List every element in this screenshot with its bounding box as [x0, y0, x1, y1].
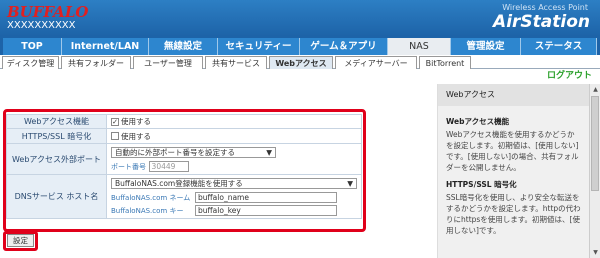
buffalo-name-label: BuffaloNAS.com ネーム — [111, 193, 191, 202]
port-number-input[interactable]: 30449 — [148, 160, 189, 172]
https-checkbox[interactable] — [111, 132, 119, 140]
ext-port-label: Webアクセス外部ポート — [6, 143, 107, 175]
subtab-shared-folder[interactable]: 共有フォルダー — [61, 56, 131, 69]
scroll-up-icon[interactable]: ▲ — [591, 85, 600, 94]
chevron-down-icon: ▼ — [266, 147, 272, 157]
https-label: HTTPS/SSL 暗号化 — [6, 128, 107, 144]
subtab-media-server[interactable]: メディアサーバー — [335, 56, 417, 69]
main-nav: TOP Internet/LAN 無線設定 セキュリティー ゲーム＆アプリ NA… — [0, 36, 600, 55]
chevron-down-icon: ▼ — [347, 178, 353, 188]
dns-select[interactable]: BuffaloNAS.com登録機能を使用する ▼ — [111, 177, 357, 189]
help-title: Webアクセス — [438, 84, 589, 106]
port-number-label: ポート番号 — [111, 162, 146, 171]
tab-top[interactable]: TOP — [3, 38, 62, 55]
web-access-option: 使用する — [121, 117, 151, 126]
buffalo-key-input[interactable]: buffalo_key — [195, 204, 337, 216]
help-section-title: Webアクセス機能 — [446, 117, 510, 126]
brand-logo: BUFFALO — [7, 3, 89, 21]
help-section-text: Webアクセス機能を使用するかどうかを設定します。初期値は、[使用しない]です。… — [446, 130, 579, 172]
help-section-text: SSL暗号化を使用し、より安全な転送をするかどうかを設定します。httpの代わり… — [446, 193, 581, 235]
https-option: 使用する — [121, 131, 151, 141]
web-access-checkbox[interactable]: ✓ — [111, 117, 119, 126]
tab-nas[interactable]: NAS — [388, 38, 451, 55]
header: BUFFALO XXXXXXXXXX Wireless Access Point… — [0, 0, 600, 36]
help-panel: Webアクセス Webアクセス機能 Webアクセス機能を使用するかどうかを設定し… — [437, 84, 589, 258]
help-section-title: HTTPS/SSL 暗号化 — [446, 180, 517, 189]
tab-status[interactable]: ステータス — [521, 38, 597, 55]
buffalo-key-label: BuffaloNAS.com キー — [111, 206, 184, 215]
tab-admin[interactable]: 管理設定 — [451, 38, 521, 55]
sub-nav: ディスク管理 共有フォルダー ユーザー管理 共有サービス Webアクセス メディ… — [0, 55, 600, 69]
settings-table: Webアクセス機能 ✓ 使用する HTTPS/SSL 暗号化 使用する Webアク… — [6, 114, 362, 219]
help-scrollbar[interactable]: ▲ ▼ — [589, 84, 600, 258]
product-title: AirStation — [493, 12, 590, 32]
model-name: XXXXXXXXXX — [7, 20, 76, 31]
subtab-shared-service[interactable]: 共有サービス — [205, 56, 267, 69]
web-access-label: Webアクセス機能 — [6, 114, 107, 129]
logout-link[interactable]: ログアウト — [547, 68, 592, 81]
tab-internet-lan[interactable]: Internet/LAN — [62, 38, 149, 55]
dns-select-value: BuffaloNAS.com登録機能を使用する — [115, 178, 243, 188]
scroll-down-icon[interactable]: ▼ — [591, 248, 600, 257]
subtab-web-access[interactable]: Webアクセス — [269, 56, 333, 69]
tab-game-apps[interactable]: ゲーム＆アプリ — [300, 38, 388, 55]
ext-port-select-value: 自動的に外部ポート番号を設定する — [115, 147, 235, 157]
tab-security[interactable]: セキュリティー — [218, 38, 300, 55]
product-subtitle: Wireless Access Point — [502, 3, 588, 12]
subtab-disk[interactable]: ディスク管理 — [2, 56, 59, 69]
submit-button[interactable]: 設定 — [7, 234, 34, 247]
scroll-thumb[interactable] — [591, 96, 599, 191]
subtab-bittorrent[interactable]: BitTorrent — [419, 56, 471, 69]
buffalo-name-input[interactable]: buffalo_name — [195, 191, 337, 203]
dns-label: DNSサービス ホスト名 — [6, 174, 107, 219]
ext-port-select[interactable]: 自動的に外部ポート番号を設定する ▼ — [111, 146, 276, 158]
tab-wireless[interactable]: 無線設定 — [149, 38, 218, 55]
subtab-user[interactable]: ユーザー管理 — [133, 56, 203, 69]
